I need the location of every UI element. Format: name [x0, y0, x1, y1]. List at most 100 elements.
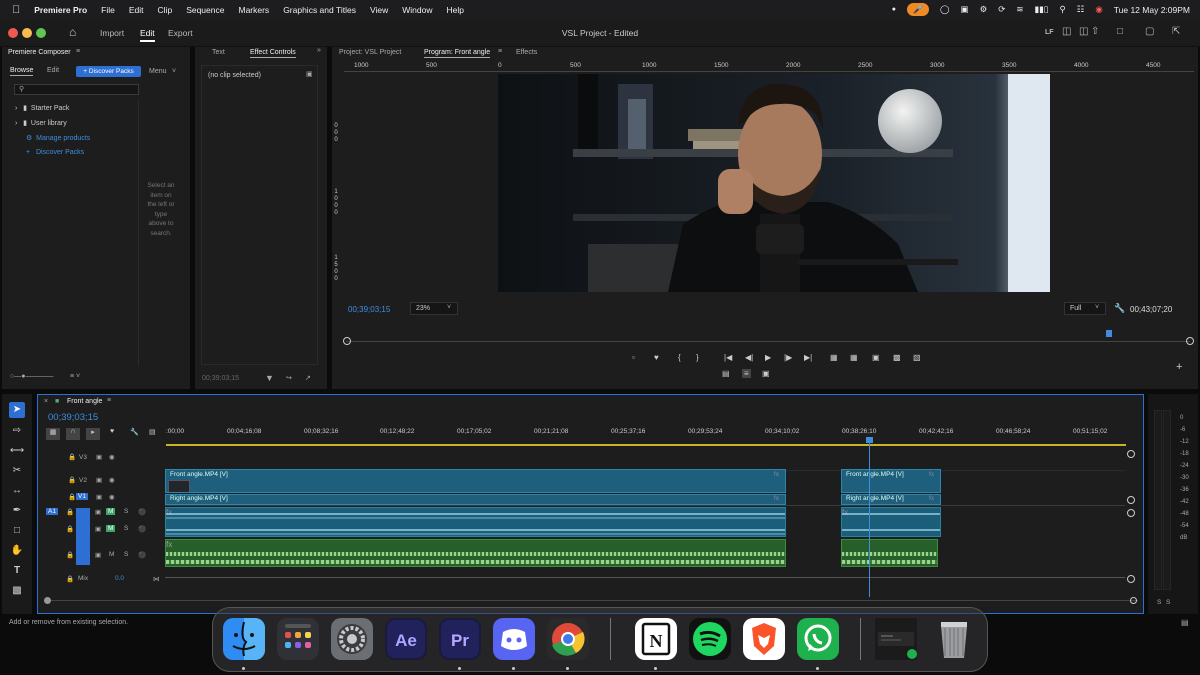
camera-icon[interactable]: ▣ [872, 353, 880, 362]
linked-selection-icon[interactable]: ▸ [86, 428, 100, 440]
sequence-name[interactable]: Front angle [67, 398, 102, 405]
hscroll-end-handle[interactable] [1130, 597, 1137, 604]
discover-packs-button[interactable]: + Discover Packs [76, 66, 141, 77]
track-select-icon[interactable]: ⇨ [9, 423, 25, 439]
chrome-icon[interactable] [547, 618, 589, 660]
finder-icon[interactable] [223, 618, 265, 660]
sequence-menu-icon[interactable]: ≡ [107, 397, 111, 404]
sync-lock-icon[interactable]: ▣ [96, 476, 102, 484]
dot-icon[interactable]: ● [892, 6, 896, 13]
sync-icon[interactable]: ▣ [95, 508, 101, 516]
wifi-icon[interactable]: ≋ [1016, 4, 1023, 15]
eye-icon[interactable]: ◉ [109, 476, 115, 484]
eye-icon[interactable]: ◉ [109, 453, 115, 461]
slip-icon[interactable]: ↔ [9, 483, 25, 499]
program-video-frame[interactable] [498, 74, 1050, 292]
menu-help[interactable]: Help [446, 5, 463, 15]
eye-icon[interactable]: ◉ [109, 493, 115, 501]
play-only-icon[interactable]: ↪ [286, 374, 292, 382]
timeline-playhead[interactable] [866, 437, 873, 597]
clip-v2-front-angle-b[interactable]: Front angle.MP4 [V] fx [841, 469, 941, 493]
fx-badge[interactable]: fx [774, 471, 779, 478]
panel-toggle-icon[interactable]: ▣ [306, 70, 313, 78]
sync-icon[interactable]: ▣ [95, 551, 101, 559]
track-label-v3[interactable]: V3 [79, 454, 87, 461]
menu-app-name[interactable]: Premiere Pro [34, 5, 87, 15]
clip-v2-front-angle-a[interactable]: Front angle.MP4 [V] fx [165, 469, 786, 493]
snap-icon[interactable]: ∩ [66, 428, 80, 440]
nest-icon[interactable]: ▦ [46, 428, 60, 440]
menu-dropdown[interactable]: Menu [149, 68, 167, 75]
mark-in-icon[interactable]: { [678, 353, 681, 362]
tab-edit[interactable]: Edit [140, 28, 155, 42]
close-window-button[interactable] [8, 28, 18, 38]
scrubber-start-handle[interactable] [343, 337, 351, 345]
audio-clip-a3-a[interactable]: fx [165, 539, 786, 567]
track-label-v2[interactable]: V2 [79, 477, 87, 484]
type-tool-icon[interactable]: T [9, 563, 25, 579]
apple-icon[interactable]:  [12, 4, 20, 16]
multicam-icon[interactable]: ▤ [722, 369, 730, 378]
tab-effect-controls[interactable]: Effect Controls [250, 49, 296, 58]
overwrite-icon[interactable]: ▦ [850, 353, 858, 362]
go-to-in-icon[interactable]: |◀ [724, 353, 732, 362]
add-marker-icon[interactable]: ♥ [654, 353, 659, 362]
quality-select[interactable]: Full ˅ [1064, 302, 1106, 315]
vpn-icon[interactable]: ◯ [940, 4, 950, 15]
window-preview-icon[interactable] [875, 618, 917, 660]
sync-icon[interactable]: ▣ [95, 525, 101, 533]
notion-menu-icon[interactable]: ▣ [961, 4, 969, 15]
vscroll-handle-top[interactable] [1127, 450, 1135, 458]
trim-icon[interactable]: ▧ [913, 353, 921, 362]
safe-margins-icon[interactable]: ▣ [762, 369, 770, 378]
ripple-edit-icon[interactable]: ⟷ [9, 443, 25, 459]
solo-right-button[interactable]: S [1166, 599, 1170, 606]
compare-icon[interactable]: ▩ [893, 353, 901, 362]
vscroll-handle-mid[interactable] [1127, 496, 1135, 504]
lock-icon[interactable]: 🔒 [66, 551, 74, 559]
mic-icon[interactable]: ⚫ [138, 525, 146, 533]
mute-button[interactable]: M [109, 551, 114, 558]
menu-edit[interactable]: Edit [129, 5, 144, 15]
mute-button[interactable]: M [106, 508, 116, 515]
insert-icon[interactable]: ▦ [830, 353, 838, 362]
expand-panels-icon[interactable]: » [317, 47, 321, 54]
zoom-slider[interactable]: ○—●———— [10, 373, 53, 380]
view-options-icon[interactable]: ≡ ˅ [70, 373, 80, 380]
razor-icon[interactable]: ✂ [9, 463, 25, 479]
solo-button[interactable]: S [124, 525, 128, 532]
menu-window[interactable]: Window [402, 5, 432, 15]
tab-export[interactable]: Export [168, 28, 193, 38]
menu-markers[interactable]: Markers [238, 5, 269, 15]
home-icon[interactable]: ⌂ [69, 25, 76, 39]
close-sequence-icon[interactable]: × [44, 398, 48, 405]
mix-link-icon[interactable]: ⋈ [153, 575, 160, 583]
tab-text[interactable]: Text [212, 49, 225, 56]
search-input[interactable]: ⚲ [14, 84, 139, 95]
audio-clip-a1-b[interactable]: fx [841, 507, 941, 537]
collapse-icon[interactable]: ⇱ [1172, 26, 1180, 37]
workspace-icon[interactable]: ◫ [1062, 26, 1071, 37]
transcript-icon[interactable]: ▩ [9, 583, 25, 599]
solo-button[interactable]: S [124, 551, 128, 558]
mute-button[interactable]: M [106, 525, 116, 532]
vscroll-handle-b[interactable] [1127, 575, 1135, 583]
brave-icon[interactable] [743, 618, 785, 660]
fx-badge[interactable]: fx [774, 495, 779, 502]
microphone-icon[interactable]: 🎤 [907, 3, 930, 16]
settings-icon[interactable]: ⚙ [980, 4, 988, 15]
launchpad-icon[interactable] [277, 618, 319, 660]
lock-icon[interactable]: 🔒 [66, 525, 74, 533]
export-icon[interactable]: ↗ [305, 374, 311, 382]
captions-icon[interactable]: ▤ [149, 428, 156, 436]
discord-icon[interactable] [493, 618, 535, 660]
whatsapp-icon[interactable] [797, 618, 839, 660]
filter-icon[interactable]: ▼ [265, 373, 274, 383]
lock-icon[interactable]: 🔒 [68, 476, 76, 484]
clip-v1-right-angle-a[interactable]: Right angle.MP4 [V] fx [165, 494, 786, 505]
control-center-icon[interactable]: ☷ [1077, 4, 1085, 15]
pen-icon[interactable]: ✒ [9, 503, 25, 519]
sync-icon[interactable]: ⟳ [998, 4, 1005, 15]
program-menu-icon[interactable]: ≡ [498, 48, 502, 55]
add-marker-icon[interactable]: ♥ [110, 428, 114, 435]
